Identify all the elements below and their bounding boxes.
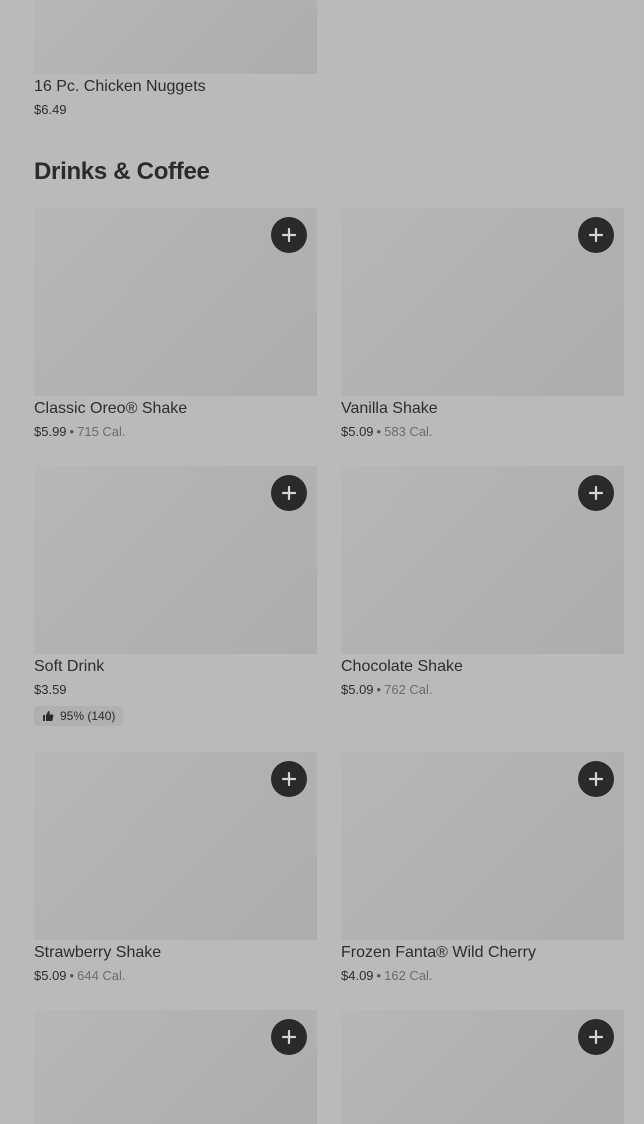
- plus-icon: [282, 772, 296, 786]
- item-name[interactable]: Vanilla Shake: [341, 400, 438, 418]
- item-image[interactable]: [341, 466, 624, 654]
- add-to-cart-button[interactable]: [271, 761, 307, 797]
- item-image[interactable]: [34, 466, 317, 654]
- add-to-cart-button[interactable]: [271, 475, 307, 511]
- item-image[interactable]: [34, 208, 317, 396]
- rating-text: 95% (140): [60, 709, 116, 723]
- item-price: $5.99: [34, 424, 67, 439]
- item-name[interactable]: Frozen Fanta® Wild Cherry: [341, 944, 536, 962]
- separator: •: [69, 968, 75, 983]
- item-calories: 162 Cal.: [384, 968, 433, 983]
- item-calories: 715 Cal.: [77, 424, 126, 439]
- item-meta: $5.09 • 644 Cal.: [34, 968, 126, 983]
- item-name[interactable]: Classic Oreo® Shake: [34, 400, 187, 418]
- item-meta: $5.09 • 583 Cal.: [341, 424, 433, 439]
- rating-badge: 95% (140): [34, 706, 124, 726]
- item-price: $3.59: [34, 682, 67, 697]
- item-image[interactable]: [341, 208, 624, 396]
- plus-icon: [282, 228, 296, 242]
- item-image[interactable]: [341, 1010, 624, 1124]
- plus-icon: [282, 1030, 296, 1044]
- plus-icon: [589, 1030, 603, 1044]
- separator: •: [376, 682, 382, 697]
- add-to-cart-button[interactable]: [578, 217, 614, 253]
- item-price: $5.09: [34, 968, 67, 983]
- item-calories: 644 Cal.: [77, 968, 126, 983]
- item-name[interactable]: Strawberry Shake: [34, 944, 161, 962]
- section-title: Drinks & Coffee: [34, 158, 210, 185]
- item-name[interactable]: Chocolate Shake: [341, 658, 463, 676]
- separator: •: [376, 968, 382, 983]
- item-meta: $4.09 • 162 Cal.: [341, 968, 433, 983]
- item-calories: 583 Cal.: [384, 424, 433, 439]
- plus-icon: [589, 228, 603, 242]
- item-name[interactable]: Soft Drink: [34, 658, 104, 676]
- add-to-cart-button[interactable]: [271, 1019, 307, 1055]
- add-to-cart-button[interactable]: [578, 761, 614, 797]
- item-image[interactable]: [341, 752, 624, 940]
- item-name[interactable]: 16 Pc. Chicken Nuggets: [34, 78, 206, 96]
- add-to-cart-button[interactable]: [271, 217, 307, 253]
- add-to-cart-button[interactable]: [578, 1019, 614, 1055]
- separator: •: [69, 424, 75, 439]
- item-calories: 762 Cal.: [384, 682, 433, 697]
- add-to-cart-button[interactable]: [578, 475, 614, 511]
- plus-icon: [589, 486, 603, 500]
- item-price: $5.09: [341, 682, 374, 697]
- plus-icon: [589, 772, 603, 786]
- item-price: $4.09: [341, 968, 374, 983]
- item-image[interactable]: [34, 1010, 317, 1124]
- separator: •: [376, 424, 382, 439]
- plus-icon: [282, 486, 296, 500]
- thumbs-up-icon: [43, 711, 54, 721]
- item-price: $5.09: [341, 424, 374, 439]
- item-image[interactable]: [34, 0, 317, 74]
- item-meta: $5.99 • 715 Cal.: [34, 424, 126, 439]
- item-price: $6.49: [34, 102, 67, 117]
- item-image[interactable]: [34, 752, 317, 940]
- item-meta: $5.09 • 762 Cal.: [341, 682, 433, 697]
